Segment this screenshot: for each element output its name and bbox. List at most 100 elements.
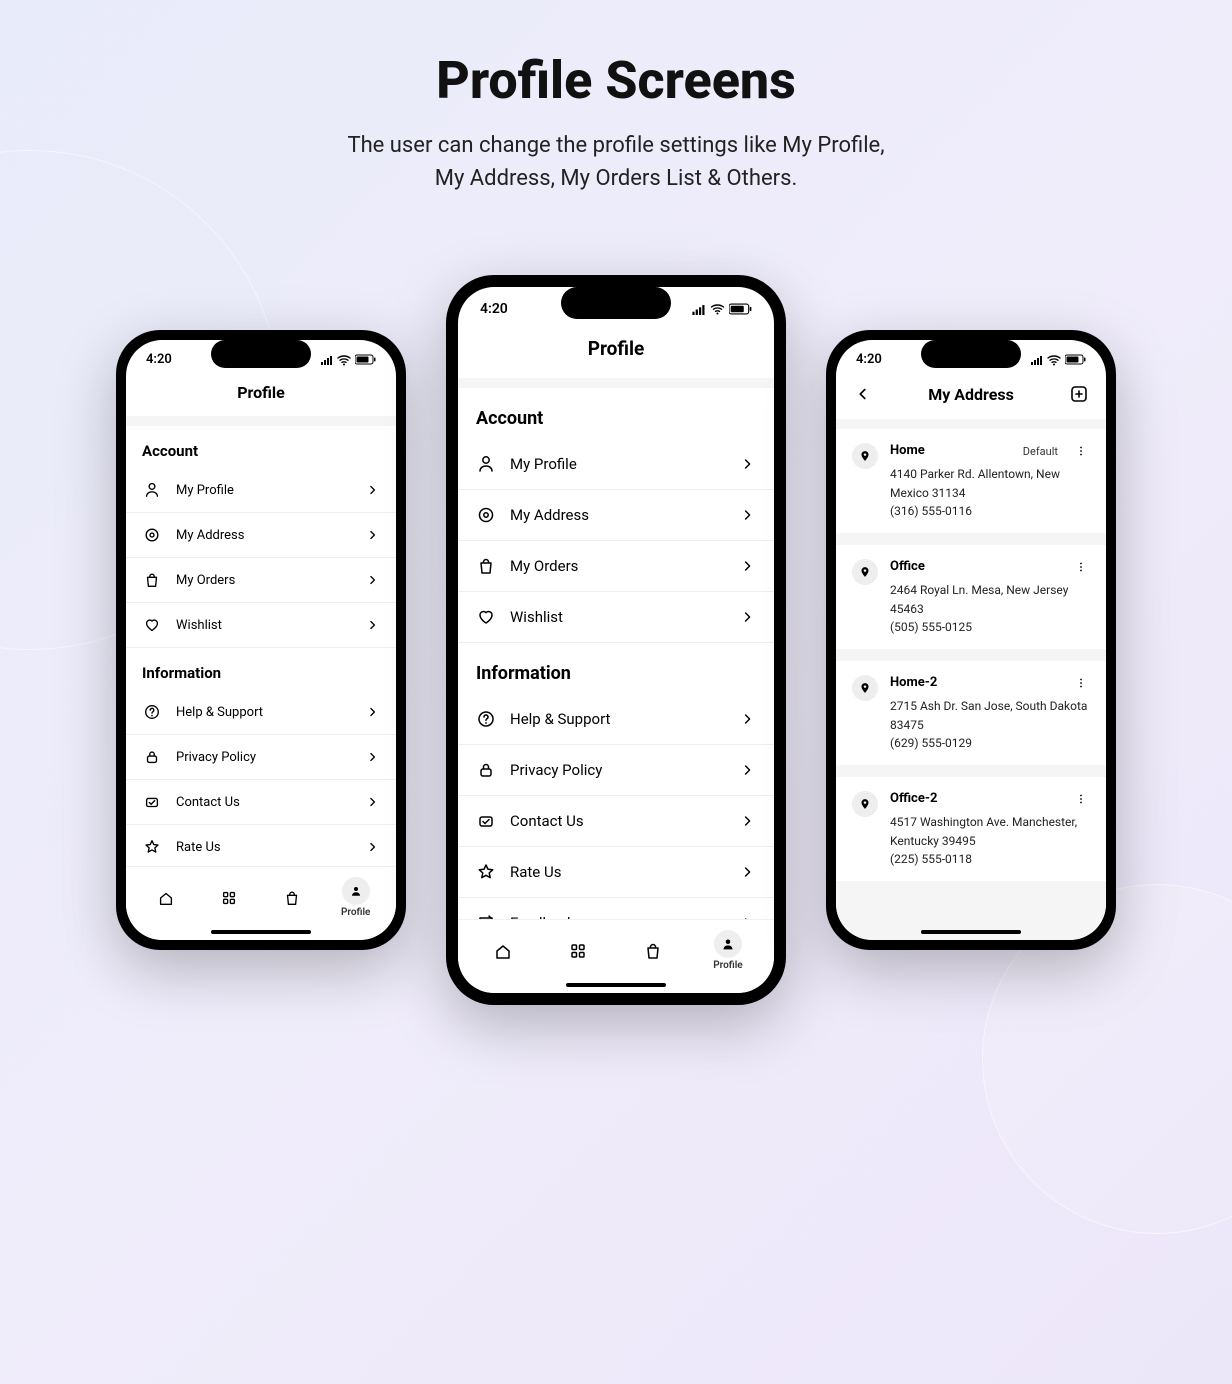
section-account: Account [126, 426, 396, 468]
item-wishlist[interactable]: Wishlist [126, 603, 396, 648]
address-card[interactable]: Office 2464 Royal Ln. Mesa, New Jersey 4… [836, 545, 1106, 649]
item-rate-us[interactable]: Rate Us [126, 825, 396, 870]
screen-title: My Address [874, 385, 1068, 404]
item-wishlist[interactable]: Wishlist [458, 592, 774, 643]
chevron-right-icon [740, 507, 756, 523]
item-my-orders[interactable]: My Orders [458, 541, 774, 592]
address-phone: (505) 555-0125 [890, 618, 1090, 637]
nav-cart[interactable] [278, 884, 306, 912]
phone-profile-large: 4:20 Profile Account My Profile My Addre… [446, 275, 786, 1005]
address-list: Home Default 4140 Parker Rd. Allentown, … [836, 429, 1106, 940]
home-icon [489, 937, 517, 965]
page-header: Profile Screens The user can change the … [30, 50, 1202, 195]
address-card[interactable]: Office-2 4517 Washington Ave. Manchester… [836, 777, 1106, 881]
default-badge: Default [1023, 443, 1058, 460]
chevron-right-icon [366, 705, 380, 719]
help-icon [476, 709, 496, 729]
nav-profile[interactable]: Profile [341, 877, 371, 918]
item-help-support[interactable]: Help & Support [126, 690, 396, 735]
star-icon [142, 837, 162, 857]
item-privacy-policy[interactable]: Privacy Policy [126, 735, 396, 780]
bag-icon [278, 884, 306, 912]
chevron-right-icon [740, 762, 756, 778]
status-time: 4:20 [146, 352, 172, 367]
heart-icon [476, 607, 496, 627]
bag-icon [142, 570, 162, 590]
back-button[interactable] [852, 383, 874, 405]
section-account: Account [458, 388, 774, 439]
nav-categories[interactable] [215, 884, 243, 912]
chevron-right-icon [366, 750, 380, 764]
more-button[interactable] [1072, 444, 1090, 458]
chevron-right-icon [366, 795, 380, 809]
address-name: Office-2 [890, 789, 937, 809]
add-address-button[interactable] [1068, 383, 1090, 405]
address-name: Office [890, 557, 925, 577]
item-rate-us[interactable]: Rate Us [458, 847, 774, 898]
screen-title: Profile [458, 327, 774, 378]
phone-profile-small: 4:20 Profile Account My Profile My Addre… [116, 330, 406, 950]
mail-icon [476, 811, 496, 831]
person-icon [714, 930, 742, 958]
address-card[interactable]: Home Default 4140 Parker Rd. Allentown, … [836, 429, 1106, 533]
phone-my-address: 4:20 My Address [826, 330, 1116, 950]
bag-icon [476, 556, 496, 576]
address-card[interactable]: Home-2 2715 Ash Dr. San Jose, South Dako… [836, 661, 1106, 765]
address-line: 2464 Royal Ln. Mesa, New Jersey 45463 [890, 581, 1090, 618]
more-button[interactable] [1072, 560, 1090, 574]
address-line: 4140 Parker Rd. Allentown, New Mexico 31… [890, 465, 1090, 502]
item-contact-us[interactable]: Contact Us [458, 796, 774, 847]
address-line: 2715 Ash Dr. San Jose, South Dakota 8347… [890, 697, 1090, 734]
bottom-nav: Profile [458, 919, 774, 993]
address-name: Home-2 [890, 673, 937, 693]
more-button[interactable] [1072, 676, 1090, 690]
address-phone: (629) 555-0129 [890, 734, 1090, 753]
item-my-address[interactable]: My Address [126, 513, 396, 558]
nav-home[interactable] [152, 884, 180, 912]
chevron-right-icon [740, 456, 756, 472]
pin-icon [852, 675, 878, 701]
chevron-right-icon [740, 711, 756, 727]
item-help-support[interactable]: Help & Support [458, 694, 774, 745]
chevron-right-icon [366, 618, 380, 632]
chevron-right-icon [740, 558, 756, 574]
status-time: 4:20 [856, 352, 882, 367]
lock-icon [142, 747, 162, 767]
star-icon [476, 862, 496, 882]
nav-profile-label: Profile [713, 960, 743, 971]
page-subtitle: The user can change the profile settings… [30, 129, 1202, 195]
chevron-right-icon [366, 483, 380, 497]
help-icon [142, 702, 162, 722]
pin-icon [852, 443, 878, 469]
lock-icon [476, 760, 496, 780]
pin-icon [852, 791, 878, 817]
status-time: 4:20 [480, 301, 508, 317]
item-privacy-policy[interactable]: Privacy Policy [458, 745, 774, 796]
address-name: Home [890, 441, 925, 461]
nav-home[interactable] [489, 937, 517, 965]
bottom-nav: Profile [126, 866, 396, 940]
user-icon [476, 454, 496, 474]
heart-icon [142, 615, 162, 635]
item-my-orders[interactable]: My Orders [126, 558, 396, 603]
chevron-right-icon [366, 573, 380, 587]
nav-cart[interactable] [639, 937, 667, 965]
section-information: Information [126, 648, 396, 690]
grid-icon [215, 884, 243, 912]
status-icons [321, 354, 376, 366]
address-phone: (225) 555-0118 [890, 850, 1090, 869]
item-my-profile[interactable]: My Profile [458, 439, 774, 490]
item-my-profile[interactable]: My Profile [126, 468, 396, 513]
screen-title: Profile [126, 375, 396, 416]
chevron-right-icon [740, 864, 756, 880]
chevron-right-icon [366, 528, 380, 542]
address-line: 4517 Washington Ave. Manchester, Kentuck… [890, 813, 1090, 850]
user-icon [142, 480, 162, 500]
item-contact-us[interactable]: Contact Us [126, 780, 396, 825]
nav-profile[interactable]: Profile [713, 930, 743, 971]
nav-categories[interactable] [564, 937, 592, 965]
chevron-right-icon [740, 609, 756, 625]
more-button[interactable] [1072, 792, 1090, 806]
mail-icon [142, 792, 162, 812]
item-my-address[interactable]: My Address [458, 490, 774, 541]
